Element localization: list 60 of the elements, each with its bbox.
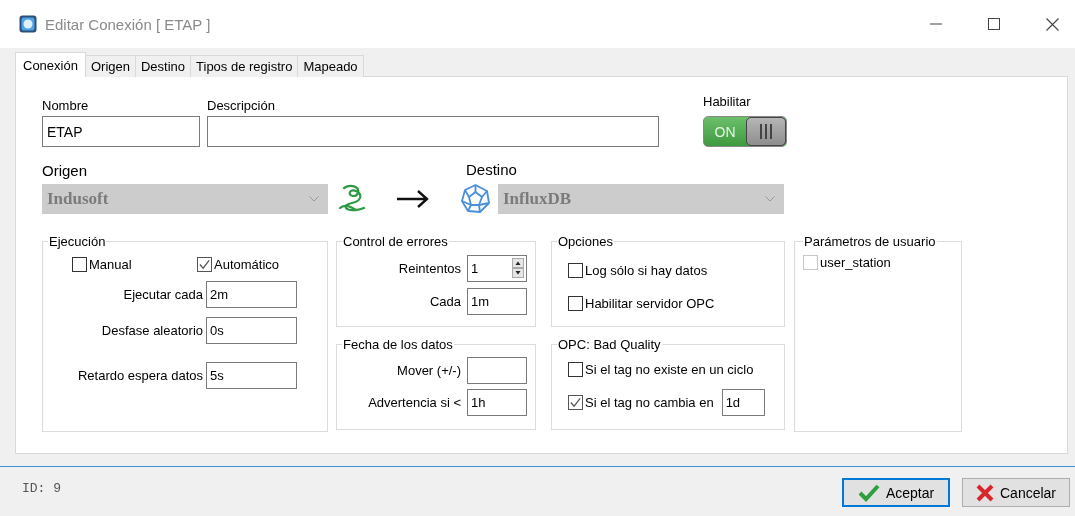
close-icon[interactable]: [1046, 17, 1059, 31]
checkbox-label: Si el tag no cambia en: [585, 395, 714, 410]
name-label: Nombre: [42, 98, 90, 113]
tab[interactable]: Tipos de registro: [190, 55, 299, 77]
checkbox-label: Manual: [89, 257, 132, 272]
checkbox-label: Habilitar servidor OPC: [585, 296, 715, 311]
tab[interactable]: Origen: [84, 55, 136, 77]
description-field[interactable]: [207, 116, 659, 147]
spin-down-button[interactable]: [512, 268, 524, 278]
checkbox-label: Si el tag no existe en un ciclo: [585, 362, 754, 377]
field-label: Ejecutar cada: [122, 287, 203, 302]
checkbox[interactable]: [72, 257, 87, 272]
name-field[interactable]: ETAP: [42, 116, 200, 147]
text-field[interactable]: 1h: [467, 389, 527, 416]
tab[interactable]: Destino: [134, 55, 192, 77]
text-field[interactable]: 1m: [467, 288, 527, 315]
window-title: Editar Conexión [ ETAP ]: [45, 15, 211, 33]
chevron-icon: [309, 196, 319, 202]
tab[interactable]: Conexión: [15, 52, 86, 77]
enable-label: Habilitar: [703, 94, 752, 109]
destination-label: Destino: [466, 161, 518, 178]
maximize-icon[interactable]: [988, 18, 1000, 30]
group-title: Ejecución: [48, 234, 107, 249]
field-label: Mover (+/-): [396, 363, 461, 378]
text-field[interactable]: 5s: [206, 362, 297, 389]
group-title: OPC: Bad Quality: [557, 337, 662, 352]
checkbox-label: user_station: [820, 255, 891, 270]
close-icon: [976, 483, 994, 502]
text-field[interactable]: 0s: [206, 317, 297, 344]
description-label: Descripción: [207, 98, 276, 113]
cancel-button[interactable]: Cancelar: [962, 478, 1070, 507]
checkbox[interactable]: [568, 362, 583, 377]
checkbox-label: Log sólo si hay datos: [585, 263, 708, 278]
field-label: Advertencia si <: [367, 395, 461, 410]
group-title: Parámetros de usuario: [803, 234, 937, 249]
polyhedron-icon: [460, 183, 491, 214]
id-text: ID: 9: [22, 481, 61, 496]
spin-up-button[interactable]: [512, 258, 524, 268]
checkbox[interactable]: [568, 395, 583, 410]
field-label: Reintentos: [397, 261, 461, 276]
text-field[interactable]: 1d: [721, 389, 765, 416]
group-title: Opciones: [557, 234, 614, 249]
checkbox[interactable]: [197, 257, 212, 272]
app-icon: [19, 15, 37, 33]
arrow-icon: [396, 189, 429, 209]
checkbox[interactable]: [568, 263, 583, 278]
checkbox-label: Automático: [214, 257, 280, 272]
checkmark-icon: [857, 483, 880, 502]
field-label: Desfase aleatorio: [100, 323, 203, 338]
tab[interactable]: Mapeado: [297, 55, 364, 77]
checkbox[interactable]: [568, 296, 583, 311]
source-label: Origen: [42, 162, 89, 179]
field-label: Cada: [428, 294, 461, 309]
accept-button[interactable]: Aceptar: [842, 478, 950, 507]
field-label: Retardo espera datos: [76, 368, 203, 383]
group-title: Fecha de los datos: [342, 337, 454, 352]
chevron-icon: [765, 195, 775, 202]
text-field[interactable]: [467, 357, 527, 384]
text-field[interactable]: 2m: [206, 281, 297, 308]
group-title: Control de errores: [342, 234, 449, 249]
